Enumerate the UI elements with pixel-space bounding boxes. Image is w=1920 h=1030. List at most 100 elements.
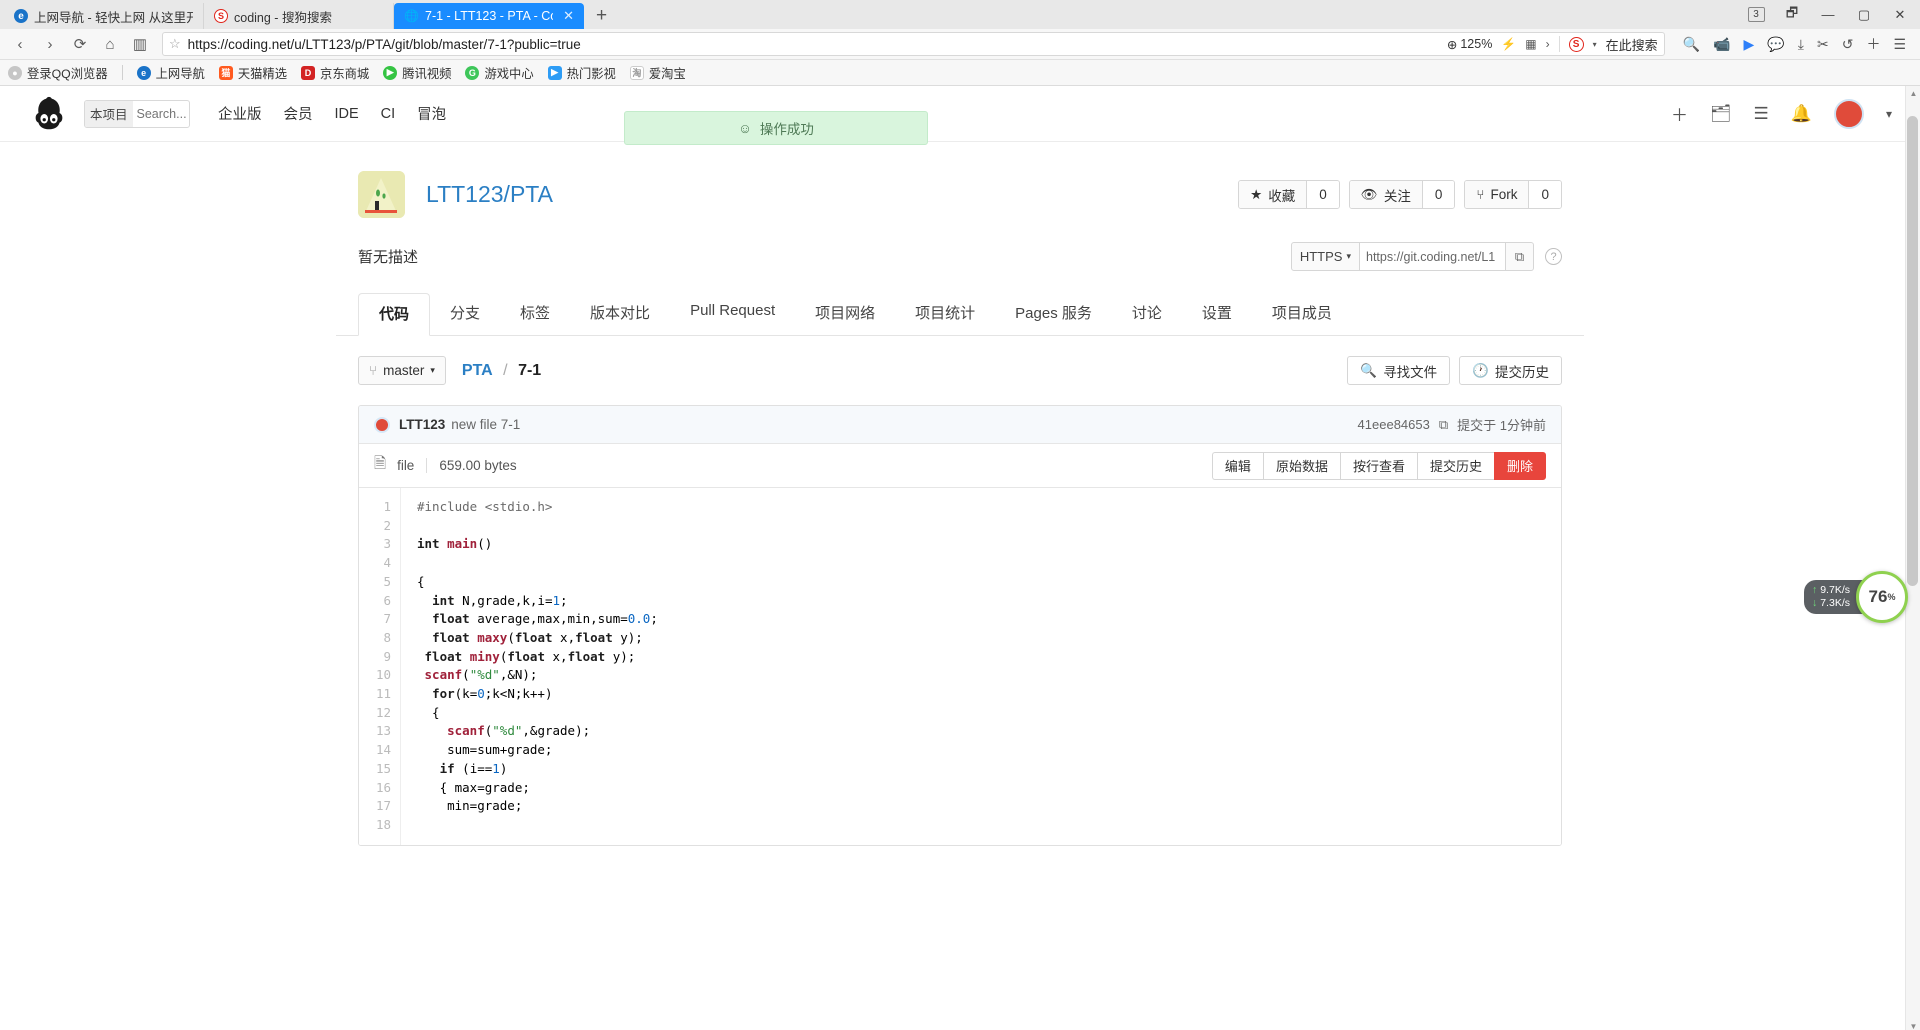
clone-protocol-select[interactable]: HTTPS ▾ [1290,242,1360,271]
back-icon[interactable]: ‹ [6,31,34,57]
tab-code[interactable]: 代码 [358,293,431,336]
blame-button[interactable]: 按行查看 [1339,451,1417,480]
history-icon[interactable]: ↺ [1842,36,1854,53]
coding-monkey-logo[interactable] [28,93,70,135]
video-icon[interactable]: 📹 [1713,36,1730,53]
forward-icon[interactable]: › [36,31,64,57]
fork-button[interactable]: ⑂ Fork [1465,181,1530,208]
minimize-button[interactable]: — [1810,0,1846,29]
bookmark-nav[interactable]: e 上网导航 [136,64,205,82]
address-bar[interactable]: ☆ https://coding.net/u/LTT123/p/PTA/git/… [162,32,1665,56]
network-speed-widget[interactable]: ↑ 9.7K/s ↓ 7.3K/s 76% [1804,571,1908,623]
zoom-level-indicator[interactable]: ⊕ 125% [1447,37,1492,52]
bookmark-jd[interactable]: D 京东商城 [301,64,369,82]
bookmark-taobao[interactable]: 淘 爱淘宝 [629,64,686,82]
fork-button-group[interactable]: ⑂ Fork 0 [1464,180,1562,209]
scroll-up-icon[interactable]: ▲ [1906,86,1920,101]
tab-compare[interactable]: 版本对比 [570,293,670,335]
new-tab-button[interactable]: + [584,5,619,29]
close-window-button[interactable]: ✕ [1882,0,1918,29]
copy-icon[interactable]: ⧉ [1506,242,1534,271]
wechat-icon[interactable]: 💬 [1767,36,1784,53]
nav-item-enterprise[interactable]: 企业版 [218,103,262,124]
site-search[interactable]: 本项目 [84,99,190,128]
chevron-right-icon[interactable]: › [1546,37,1550,51]
search-input[interactable] [132,106,189,121]
maximize-button[interactable]: ▢ [1846,0,1882,29]
tab-count-badge[interactable]: 3 [1738,0,1774,29]
list-icon[interactable]: ☰ [1754,104,1769,124]
raw-data-button[interactable]: 原始数据 [1262,451,1340,480]
scroll-down-icon[interactable]: ▼ [1906,1019,1920,1030]
reload-icon[interactable]: ⟳ [66,31,94,57]
code-lines[interactable]: #include <stdio.h> int main() { int N,gr… [401,488,1561,845]
close-icon[interactable]: ✕ [563,8,574,24]
chevron-down-icon[interactable]: ▾ [1886,107,1892,121]
tab-tags[interactable]: 标签 [500,293,570,335]
scissors-icon[interactable]: ✂ [1817,36,1829,53]
nav-item-ide[interactable]: IDE [335,106,359,122]
avatar[interactable] [1833,98,1864,129]
nav-item-member[interactable]: 会员 [284,103,313,124]
search-scope-label[interactable]: 本项目 [85,100,133,127]
tab-branches[interactable]: 分支 [430,293,500,335]
browser-tab-2[interactable]: S coding - 搜狗搜索 [204,3,394,29]
nav-item-ci[interactable]: CI [381,106,396,122]
scrollbar-thumb[interactable] [1907,116,1918,586]
tab-pull-request[interactable]: Pull Request [670,293,795,335]
bookmark-tmall[interactable]: 猫 天猫精选 [218,64,287,82]
nav-item-bubble[interactable]: 冒泡 [417,103,446,124]
sogou-search-icon[interactable]: S [1568,36,1584,52]
tab-discussion[interactable]: 讨论 [1112,293,1182,335]
page-title[interactable]: LTT123/PTA [426,181,553,208]
bookmark-hot-movies[interactable]: ▶ 热门影视 [547,64,616,82]
repo-avatar[interactable] [358,171,405,218]
star-button-group[interactable]: ★ 收藏 0 [1238,180,1340,209]
breadcrumb-root[interactable]: PTA [462,362,493,379]
branch-selector[interactable]: ⑂ master ▾ [358,356,446,385]
find-file-button[interactable]: 🔍 寻找文件 [1347,356,1451,385]
watch-button[interactable]: 👁 关注 [1349,181,1423,208]
cpu-usage-dial[interactable]: 76% [1856,571,1908,623]
star-button[interactable]: ★ 收藏 [1239,181,1308,208]
commit-author[interactable]: LTT123 [399,417,445,432]
copy-icon[interactable]: ⧉ [1439,417,1448,433]
search-placeholder-text[interactable]: 在此搜索 [1606,35,1658,54]
tab-settings[interactable]: 设置 [1182,293,1252,335]
vertical-scrollbar[interactable]: ▲ ▼ [1905,86,1920,1030]
tab-members[interactable]: 项目成员 [1252,293,1352,335]
clone-url-field[interactable]: https://git.coding.net/L1 [1360,242,1506,271]
tab-network[interactable]: 项目网络 [795,293,895,335]
jd-icon: D [301,65,316,80]
commit-sha[interactable]: 41eee84653 [1358,417,1430,432]
commit-history-button[interactable]: 🕐 提交历史 [1459,356,1562,385]
bookmark-login-qq[interactable]: ● 登录QQ浏览器 [8,64,108,82]
bookmark-tencent-video[interactable]: ▶ 腾讯视频 [383,64,451,82]
tab-pages-service[interactable]: Pages 服务 [995,293,1112,335]
plus-icon[interactable]: ＋ [1671,101,1688,126]
reader-icon[interactable]: ▥ [126,31,154,57]
apps-grid-icon[interactable]: ▦ [1525,37,1536,51]
bookmark-star-icon[interactable]: ☆ [169,36,181,52]
lightning-icon[interactable]: ⚡ [1501,37,1516,51]
avatar[interactable] [374,416,390,433]
menu-icon[interactable]: ☰ [1893,36,1906,53]
home-icon[interactable]: ⌂ [96,31,124,57]
project-icon[interactable]: 🗂 [1710,104,1732,124]
watch-button-group[interactable]: 👁 关注 0 [1348,180,1456,209]
add-icon[interactable]: ＋ [1866,34,1880,54]
browser-tab-3[interactable]: 🌐 7-1 - LTT123 - PTA - Coding ✕ [394,3,584,29]
tab-statistics[interactable]: 项目统计 [895,293,995,335]
download-icon[interactable]: ⤓ [1798,36,1804,53]
player-icon[interactable]: ▶ [1744,36,1755,53]
search-icon[interactable]: 🔍 [1683,36,1700,53]
delete-button[interactable]: 删除 [1493,451,1546,480]
edit-button[interactable]: 编辑 [1211,451,1263,480]
browser-tab-1[interactable]: e 上网导航 - 轻快上网 从这里开 [4,3,204,29]
search-dropdown-caret[interactable]: ▾ [1593,40,1597,49]
bell-icon[interactable]: 🔔 [1791,104,1812,124]
bookmark-game-center[interactable]: G 游戏中心 [465,64,534,82]
restore-window-icon[interactable]: 🗗 [1774,0,1810,29]
question-icon[interactable]: ? [1545,248,1562,265]
file-history-button[interactable]: 提交历史 [1416,451,1494,480]
